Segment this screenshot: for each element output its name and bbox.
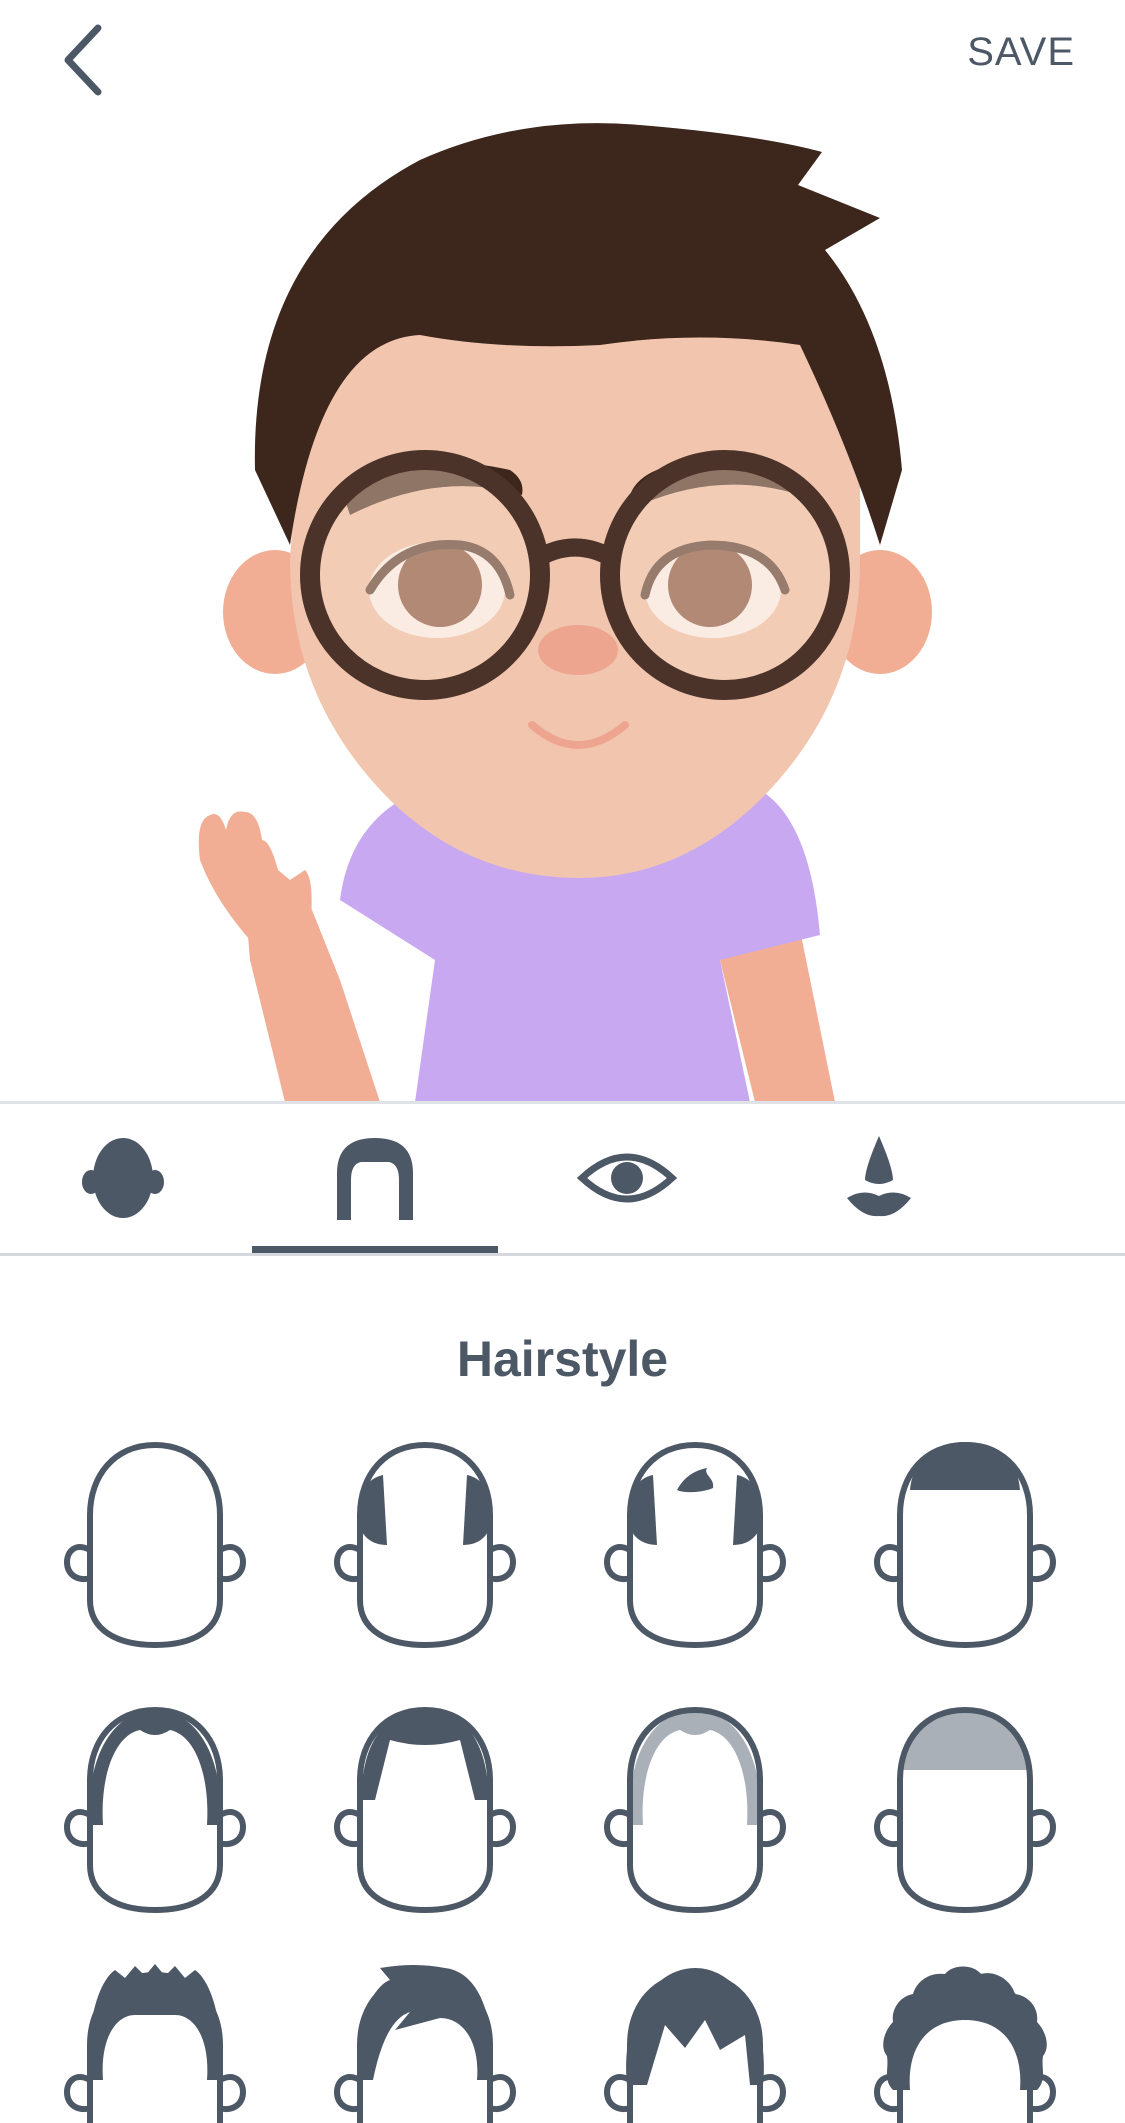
tab-face-shape[interactable] bbox=[0, 1104, 246, 1252]
hairstyle-option-side-hair[interactable] bbox=[315, 1430, 535, 1650]
eye-icon bbox=[577, 1153, 677, 1203]
chevron-left-icon bbox=[64, 24, 102, 96]
gray-flat-icon bbox=[873, 1706, 1057, 1914]
top-bar: SAVE bbox=[0, 0, 1125, 110]
hairstyle-option-balding-tuft[interactable] bbox=[585, 1430, 805, 1650]
hairstyle-option-spiky[interactable] bbox=[45, 1960, 265, 2123]
hairstyle-option-gray-flat[interactable] bbox=[855, 1695, 1075, 1915]
face-shape-icon bbox=[82, 1138, 164, 1218]
hairstyle-option-thin-part[interactable] bbox=[45, 1695, 265, 1915]
selected-tab-indicator bbox=[252, 1246, 498, 1253]
hairstyle-option-fringe[interactable] bbox=[585, 1960, 805, 2123]
tabs-divider bbox=[0, 1253, 1125, 1256]
nose-mouth-icon bbox=[847, 1136, 911, 1217]
gray-receding-icon bbox=[603, 1706, 787, 1914]
side-hair-icon bbox=[333, 1441, 517, 1649]
hairstyle-option-curly[interactable] bbox=[855, 1960, 1075, 2123]
category-tabs bbox=[0, 1104, 1125, 1252]
section-title: Hairstyle bbox=[456, 1331, 669, 1387]
avatar-preview bbox=[0, 110, 1125, 1102]
hairstyle-option-side-swept[interactable] bbox=[315, 1960, 535, 2123]
hairstyle-grid bbox=[0, 1430, 1125, 2123]
fringe-icon bbox=[603, 1968, 787, 2123]
bald-head-icon bbox=[63, 1441, 247, 1649]
mustache-icon bbox=[1081, 1128, 1125, 1228]
avatar-illustration bbox=[198, 123, 932, 1102]
hairstyle-option-widows-peak[interactable] bbox=[315, 1695, 535, 1915]
back-button[interactable] bbox=[50, 10, 130, 100]
flat-top-icon bbox=[873, 1441, 1057, 1649]
tab-hairstyle[interactable] bbox=[252, 1104, 498, 1252]
save-button[interactable]: SAVE bbox=[967, 22, 1075, 82]
thin-part-icon bbox=[63, 1706, 247, 1914]
side-swept-icon bbox=[333, 1965, 517, 2123]
hairstyle-icon bbox=[337, 1138, 413, 1220]
hairstyle-option-bald[interactable] bbox=[45, 1430, 265, 1650]
curly-icon bbox=[873, 1966, 1057, 2123]
hairstyle-option-flat-top[interactable] bbox=[855, 1430, 1075, 1650]
balding-tuft-icon bbox=[603, 1441, 787, 1649]
tab-eyes[interactable] bbox=[504, 1104, 750, 1252]
tab-nose-mouth[interactable] bbox=[756, 1104, 1002, 1252]
hairstyle-option-gray-receding[interactable] bbox=[585, 1695, 805, 1915]
spiky-icon bbox=[63, 1964, 247, 2123]
widows-peak-icon bbox=[333, 1706, 517, 1914]
tab-facial-hair[interactable] bbox=[1008, 1104, 1125, 1252]
